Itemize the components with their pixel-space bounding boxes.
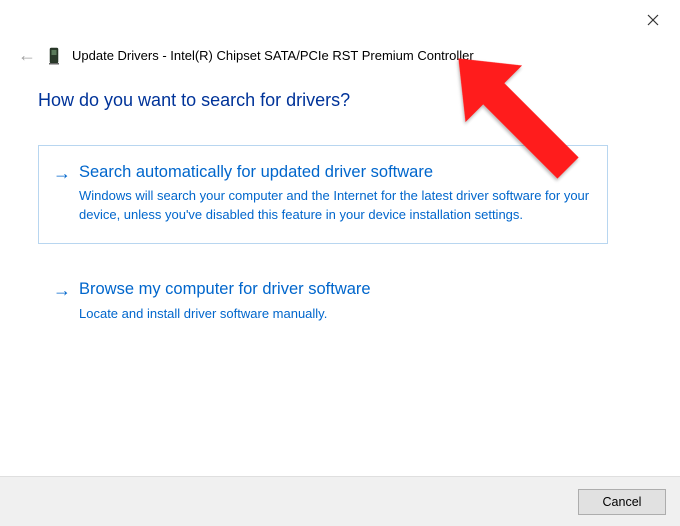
- header: ← Update Drivers - Intel(R) Chipset SATA…: [18, 45, 662, 66]
- arrow-right-icon: →: [53, 164, 71, 182]
- options-list: → Search automatically for updated drive…: [38, 145, 608, 360]
- footer: Cancel: [0, 476, 680, 526]
- option-description: Locate and install driver software manua…: [79, 305, 593, 324]
- option-title: Browse my computer for driver software: [79, 279, 371, 300]
- option-title: Search automatically for updated driver …: [79, 162, 433, 183]
- arrow-right-icon: →: [53, 281, 71, 299]
- option-description: Windows will search your computer and th…: [79, 187, 593, 225]
- close-icon: [647, 14, 659, 26]
- cancel-button[interactable]: Cancel: [578, 489, 666, 515]
- device-icon: [46, 46, 62, 66]
- back-arrow-icon: ←: [18, 45, 36, 66]
- window-title: Update Drivers - Intel(R) Chipset SATA/P…: [72, 48, 474, 63]
- page-title: How do you want to search for drivers?: [38, 90, 350, 111]
- close-button[interactable]: [638, 8, 668, 32]
- option-search-automatically[interactable]: → Search automatically for updated drive…: [38, 145, 608, 244]
- option-browse-computer[interactable]: → Browse my computer for driver software…: [38, 262, 608, 342]
